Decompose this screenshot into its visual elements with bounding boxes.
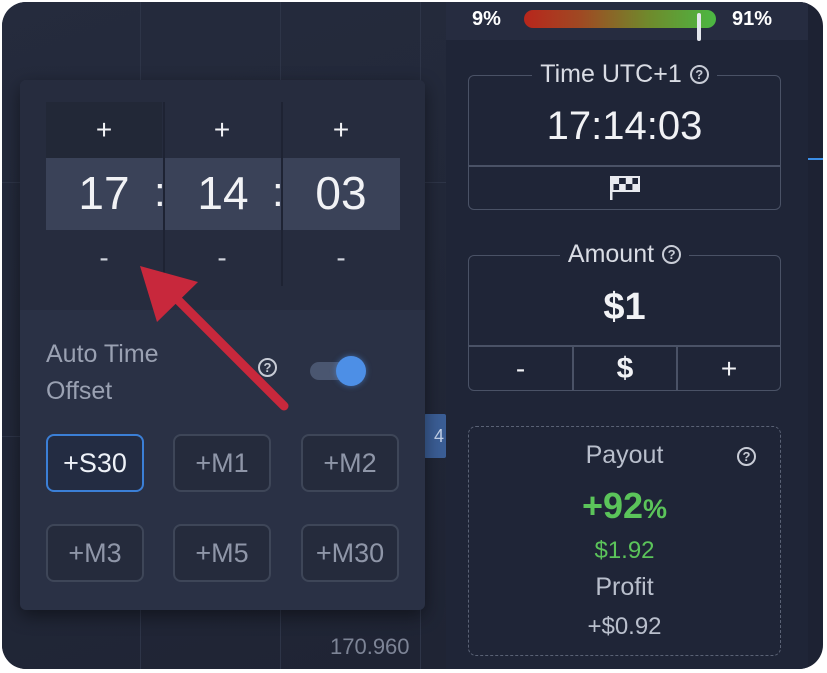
sentiment-marker — [696, 13, 701, 41]
minutes-increase-button[interactable]: + — [164, 102, 280, 158]
auto-time-offset-label: Auto Time Offset — [46, 336, 159, 410]
price-line — [808, 158, 823, 160]
seconds-increase-button[interactable]: + — [282, 102, 400, 158]
amount-value[interactable]: $1 — [469, 286, 780, 329]
amount-box: Amount? $1 - $ + — [468, 240, 781, 391]
current-price-marker: 4 — [424, 414, 446, 458]
auto-offset-label-line: Auto Time — [46, 340, 159, 368]
trading-app-frame: 4 170.960 9% 91% Time UTC+1? 17:14:03 Am… — [2, 2, 823, 669]
payout-amount: $1.92 — [594, 537, 655, 564]
payout-percent: +92% — [469, 485, 780, 527]
column-divider — [163, 102, 165, 286]
time-legend-label: Time UTC+1 — [540, 60, 682, 88]
help-icon[interactable]: ? — [258, 358, 277, 377]
amount-increase-button[interactable]: + — [678, 347, 780, 390]
time-legend: Time UTC+1? — [469, 60, 780, 89]
profit-label: Profit — [595, 573, 654, 601]
help-icon[interactable]: ? — [689, 65, 709, 84]
time-picker: + + + 17 : 14 : 03 - - - — [20, 80, 425, 310]
offset-button-m3[interactable]: +M3 — [46, 524, 144, 582]
payout-percent-value: +92 — [581, 485, 644, 526]
offset-button-m1[interactable]: +M1 — [173, 434, 271, 492]
time-picker-popup: + + + 17 : 14 : 03 - - - Auto Time Offse… — [20, 80, 425, 610]
payout-box: Payout ? +92% $1.92 Profit +$0.92 — [468, 426, 781, 656]
hours-decrease-button[interactable]: - — [46, 230, 162, 286]
auto-offset-label-line: Offset — [46, 377, 113, 405]
divider — [469, 165, 780, 167]
minutes-value[interactable]: 14 — [183, 166, 263, 220]
sentiment-bar — [524, 10, 716, 41]
offset-button-m2[interactable]: +M2 — [301, 434, 399, 492]
checkered-flag-icon — [609, 176, 640, 200]
profit-value: +$0.92 — [587, 613, 662, 640]
payout-label: Payout — [585, 441, 664, 469]
hours-value[interactable]: 17 — [64, 166, 144, 220]
offset-button-s30[interactable]: +S30 — [46, 434, 144, 492]
offset-button-m30[interactable]: +M30 — [301, 524, 399, 582]
flag-button[interactable] — [469, 170, 780, 206]
trader-sentiment: 9% 91% — [446, 2, 808, 41]
amount-decrease-button[interactable]: - — [469, 347, 572, 390]
amount-legend: Amount? — [469, 240, 780, 269]
auto-offset-toggle[interactable] — [310, 356, 366, 386]
minutes-decrease-button[interactable]: - — [164, 230, 280, 286]
column-divider — [281, 102, 283, 286]
toggle-knob — [336, 356, 366, 386]
help-icon[interactable]: ? — [737, 447, 756, 466]
price-axis-label: 170.960 — [330, 634, 410, 659]
sentiment-sell-percent: 9% — [472, 8, 501, 30]
seconds-value[interactable]: 03 — [301, 166, 381, 220]
payout-percent-sign: % — [643, 494, 668, 524]
price-marker-text: 4 — [433, 425, 444, 446]
seconds-decrease-button[interactable]: - — [282, 230, 400, 286]
currency-button[interactable]: $ — [574, 347, 676, 390]
offset-button-m5[interactable]: +M5 — [173, 524, 271, 582]
expiry-time-box[interactable]: Time UTC+1? 17:14:03 — [468, 60, 781, 210]
help-icon[interactable]: ? — [662, 245, 682, 264]
sentiment-buy-percent: 91% — [732, 8, 773, 30]
expiry-time-value[interactable]: 17:14:03 — [469, 104, 780, 149]
hours-increase-button[interactable]: + — [46, 102, 162, 158]
amount-legend-label: Amount — [567, 240, 655, 268]
